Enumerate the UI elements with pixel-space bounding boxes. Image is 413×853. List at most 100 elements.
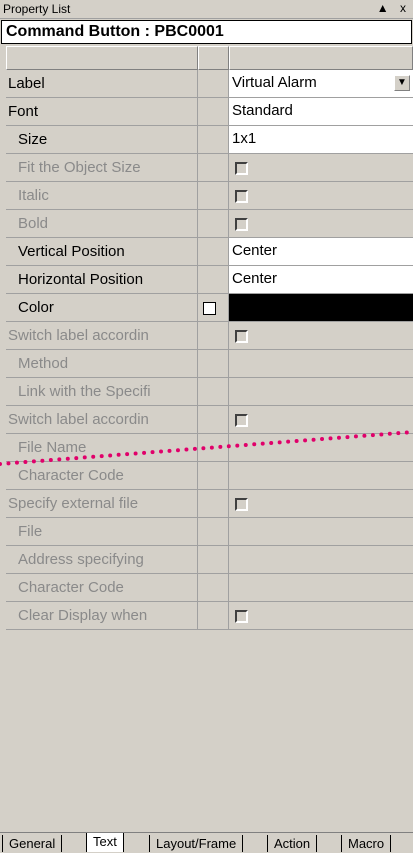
header-cell-name — [6, 46, 198, 70]
row-name: Clear Display when — [6, 602, 198, 630]
row-mid — [198, 238, 229, 266]
panel-titlebar: Property List ▲ x — [0, 0, 413, 19]
row-value — [229, 490, 413, 518]
row-mid — [198, 98, 229, 126]
row-italic: Italic — [6, 182, 413, 210]
row-file-name: File Name — [6, 434, 413, 462]
row-mid — [198, 490, 229, 518]
row-name: Switch label accordin — [6, 322, 198, 350]
row-mid — [198, 126, 229, 154]
row-name: Character Code — [6, 462, 198, 490]
grid-header — [6, 46, 413, 70]
row-label[interactable]: Label Virtual Alarm ▼ — [6, 70, 413, 98]
row-name: Color — [6, 294, 198, 322]
row-character-code-1: Character Code — [6, 462, 413, 490]
row-bold: Bold — [6, 210, 413, 238]
row-value — [229, 462, 413, 490]
row-name: Size — [6, 126, 198, 154]
row-clear-display: Clear Display when — [6, 602, 413, 630]
row-mid — [198, 518, 229, 546]
row-value — [229, 574, 413, 602]
panel-window-controls[interactable]: ▲ x — [377, 1, 410, 15]
row-name: File — [6, 518, 198, 546]
row-mid — [198, 378, 229, 406]
size-value[interactable]: 1x1 — [229, 126, 413, 154]
tab-action[interactable]: Action — [267, 835, 318, 852]
row-method: Method — [6, 350, 413, 378]
row-mid — [198, 70, 229, 98]
color-swatch[interactable] — [229, 294, 413, 322]
row-value — [229, 378, 413, 406]
row-name: Address specifying — [6, 546, 198, 574]
row-file: File — [6, 518, 413, 546]
row-color[interactable]: Color — [6, 294, 413, 322]
row-character-code-2: Character Code — [6, 574, 413, 602]
row-font[interactable]: Font Standard — [6, 98, 413, 126]
label-dropdown[interactable]: Virtual Alarm ▼ — [229, 70, 413, 98]
panel-title: Property List — [3, 2, 71, 16]
row-value — [229, 350, 413, 378]
row-switch-label-2: Switch label accordin — [6, 406, 413, 434]
row-name: Font — [6, 98, 198, 126]
row-mid — [198, 210, 229, 238]
row-name: Method — [6, 350, 198, 378]
row-name: Specify external file — [6, 490, 198, 518]
row-specify-external-file: Specify external file — [6, 490, 413, 518]
row-size[interactable]: Size 1x1 — [6, 126, 413, 154]
tab-macro[interactable]: Macro — [341, 835, 392, 852]
clear-display-checkbox[interactable] — [235, 610, 248, 623]
dropdown-arrow-icon[interactable]: ▼ — [394, 75, 410, 91]
row-mid — [198, 266, 229, 294]
tab-text[interactable]: Text — [86, 833, 124, 852]
external-file-checkbox[interactable] — [235, 498, 248, 511]
row-mid — [198, 574, 229, 602]
row-name: Label — [6, 70, 198, 98]
row-vertical-position[interactable]: Vertical Position Center — [6, 238, 413, 266]
row-name: Fit the Object Size — [6, 154, 198, 182]
switch-label-checkbox-1[interactable] — [235, 330, 248, 343]
row-value — [229, 406, 413, 434]
row-name: Vertical Position — [6, 238, 198, 266]
row-mid — [198, 350, 229, 378]
row-name: File Name — [6, 434, 198, 462]
switch-label-checkbox-2[interactable] — [235, 414, 248, 427]
row-name: Link with the Specifi — [6, 378, 198, 406]
row-horizontal-position[interactable]: Horizontal Position Center — [6, 266, 413, 294]
tab-strip: General Text Layout/Frame Action Macro — [0, 832, 413, 853]
header-cell-value — [229, 46, 413, 70]
row-name: Character Code — [6, 574, 198, 602]
vertical-position-value[interactable]: Center — [229, 238, 413, 266]
font-value[interactable]: Standard — [229, 98, 413, 126]
color-checkbox[interactable] — [203, 302, 216, 315]
header-cell-mid — [198, 46, 229, 70]
tab-layout-frame[interactable]: Layout/Frame — [149, 835, 244, 852]
tab-general[interactable]: General — [2, 835, 63, 852]
label-value: Virtual Alarm — [232, 74, 317, 91]
row-name: Horizontal Position — [6, 266, 198, 294]
italic-checkbox[interactable] — [235, 190, 248, 203]
row-mid — [198, 434, 229, 462]
horizontal-position-value[interactable]: Center — [229, 266, 413, 294]
fit-size-checkbox[interactable] — [235, 162, 248, 175]
row-mid — [198, 322, 229, 350]
row-value — [229, 546, 413, 574]
row-value — [229, 210, 413, 238]
row-value — [229, 182, 413, 210]
row-address-specifying: Address specifying — [6, 546, 413, 574]
bold-checkbox[interactable] — [235, 218, 248, 231]
row-name: Italic — [6, 182, 198, 210]
row-value — [229, 602, 413, 630]
row-switch-label-1: Switch label accordin — [6, 322, 413, 350]
row-mid — [198, 546, 229, 574]
row-value — [229, 322, 413, 350]
row-mid — [198, 294, 229, 322]
row-fit-object-size: Fit the Object Size — [6, 154, 413, 182]
row-name: Bold — [6, 210, 198, 238]
row-mid — [198, 602, 229, 630]
row-value — [229, 154, 413, 182]
row-mid — [198, 462, 229, 490]
row-mid — [198, 154, 229, 182]
row-mid — [198, 182, 229, 210]
row-link-with-specific: Link with the Specifi — [6, 378, 413, 406]
object-caption: Command Button : PBC0001 — [1, 20, 412, 44]
